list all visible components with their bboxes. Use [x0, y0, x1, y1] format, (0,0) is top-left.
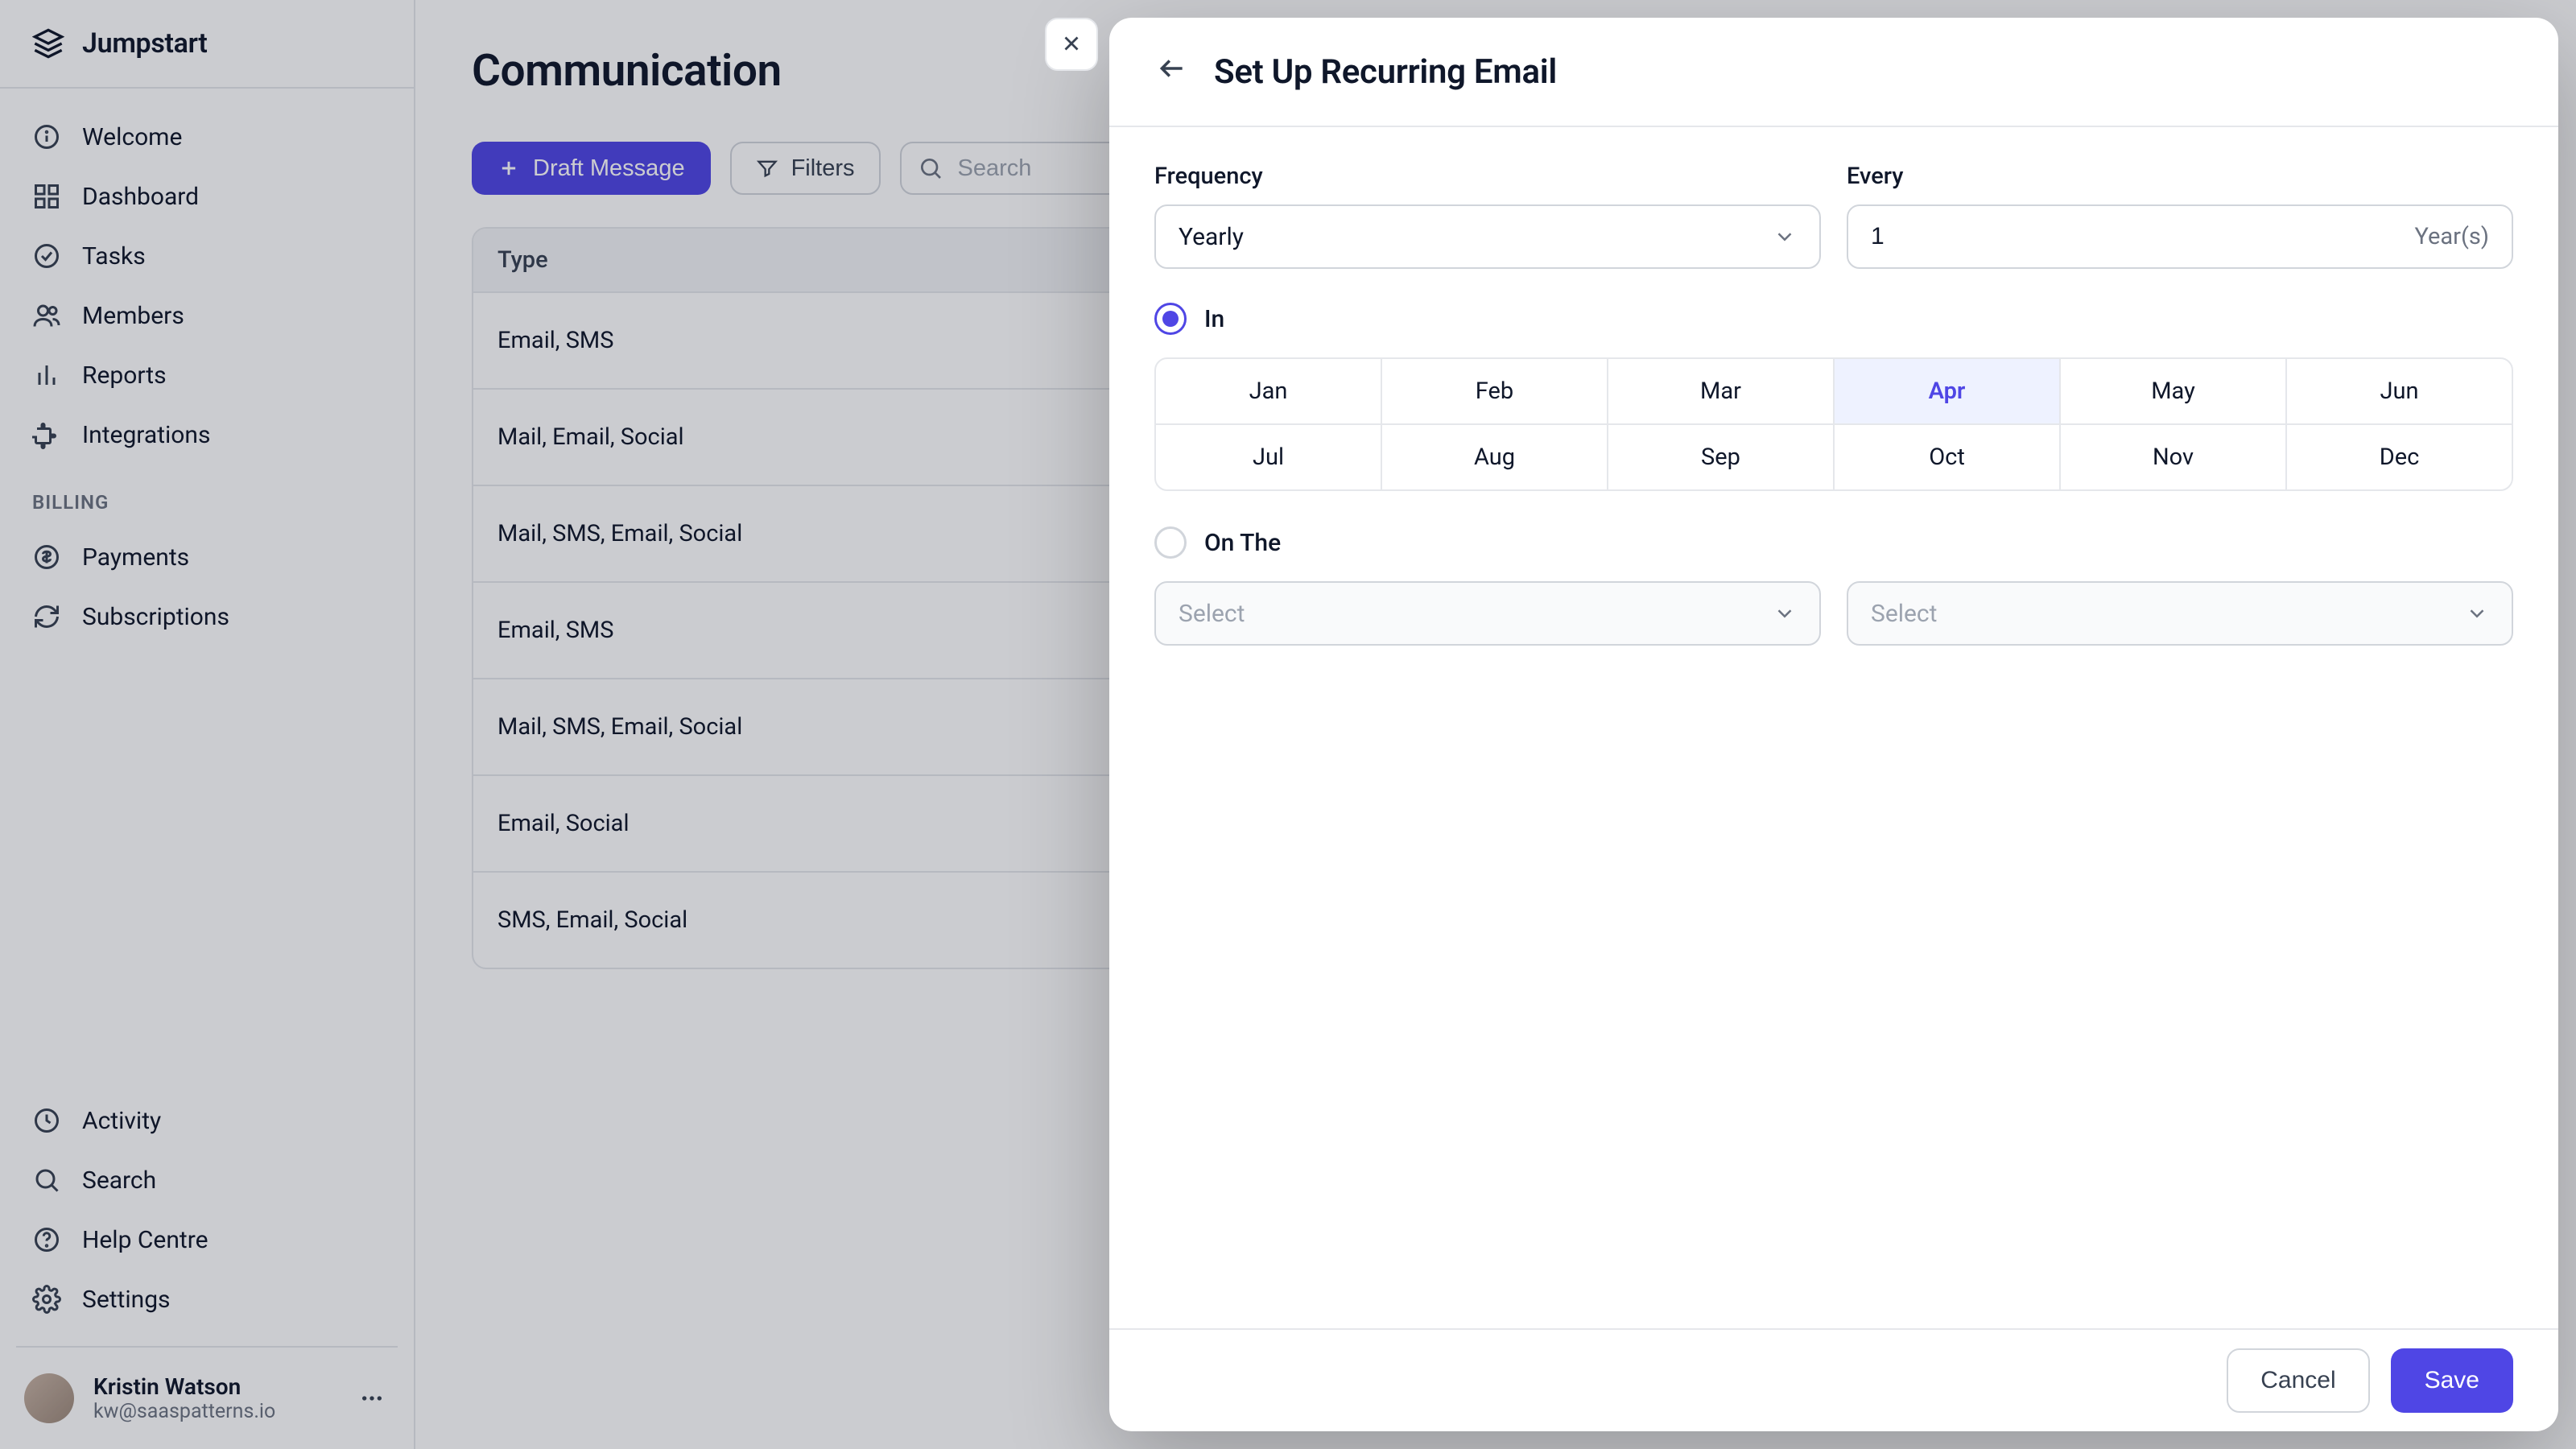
- radio-icon: [1154, 526, 1187, 559]
- month-sep[interactable]: Sep: [1607, 425, 1833, 489]
- back-button[interactable]: [1154, 54, 1190, 89]
- radio-in[interactable]: In: [1154, 303, 2513, 335]
- month-apr[interactable]: Apr: [1833, 359, 2059, 423]
- month-mar[interactable]: Mar: [1607, 359, 1833, 423]
- radio-on-the-label: On The: [1204, 529, 1281, 557]
- ordinal-select: Select: [1154, 581, 1821, 646]
- month-jun[interactable]: Jun: [2285, 359, 2512, 423]
- chevron-down-icon: [1773, 225, 1797, 249]
- save-button[interactable]: Save: [2391, 1348, 2513, 1413]
- close-button[interactable]: [1045, 18, 1098, 71]
- weekday-select: Select: [1847, 581, 2513, 646]
- drawer-title: Set Up Recurring Email: [1214, 52, 1557, 92]
- every-label: Every: [1847, 163, 2513, 190]
- drawer-header: Set Up Recurring Email: [1109, 18, 2558, 127]
- arrow-left-icon: [1157, 53, 1187, 90]
- radio-icon: [1154, 303, 1187, 335]
- every-input-wrap: Year(s): [1847, 204, 2513, 269]
- chevron-down-icon: [1773, 601, 1797, 625]
- save-label: Save: [2425, 1367, 2479, 1394]
- frequency-label: Frequency: [1154, 163, 1821, 190]
- every-suffix: Year(s): [2415, 223, 2489, 250]
- month-oct[interactable]: Oct: [1833, 425, 2059, 489]
- month-aug[interactable]: Aug: [1381, 425, 1607, 489]
- cancel-label: Cancel: [2260, 1367, 2335, 1394]
- frequency-select[interactable]: Yearly: [1154, 204, 1821, 269]
- month-nov[interactable]: Nov: [2059, 425, 2285, 489]
- drawer-footer: Cancel Save: [1109, 1328, 2558, 1431]
- ordinal-placeholder: Select: [1179, 600, 1245, 628]
- chevron-down-icon: [2465, 601, 2489, 625]
- cancel-button[interactable]: Cancel: [2227, 1348, 2369, 1413]
- weekday-placeholder: Select: [1871, 600, 1937, 628]
- frequency-value: Yearly: [1179, 223, 1244, 251]
- close-icon: [1059, 31, 1084, 58]
- radio-in-label: In: [1204, 305, 1224, 333]
- drawer-body: Frequency Yearly Every Year(s): [1109, 127, 2558, 1328]
- month-jul[interactable]: Jul: [1156, 425, 1381, 489]
- radio-on-the[interactable]: On The: [1154, 526, 2513, 559]
- month-dec[interactable]: Dec: [2285, 425, 2512, 489]
- month-jan[interactable]: Jan: [1156, 359, 1381, 423]
- month-may[interactable]: May: [2059, 359, 2285, 423]
- drawer-recurring-email: Set Up Recurring Email Frequency Yearly …: [1109, 18, 2558, 1431]
- month-feb[interactable]: Feb: [1381, 359, 1607, 423]
- every-input[interactable]: [1871, 223, 2242, 250]
- month-grid: Jan Feb Mar Apr May Jun Jul Aug Sep Oct …: [1154, 357, 2513, 491]
